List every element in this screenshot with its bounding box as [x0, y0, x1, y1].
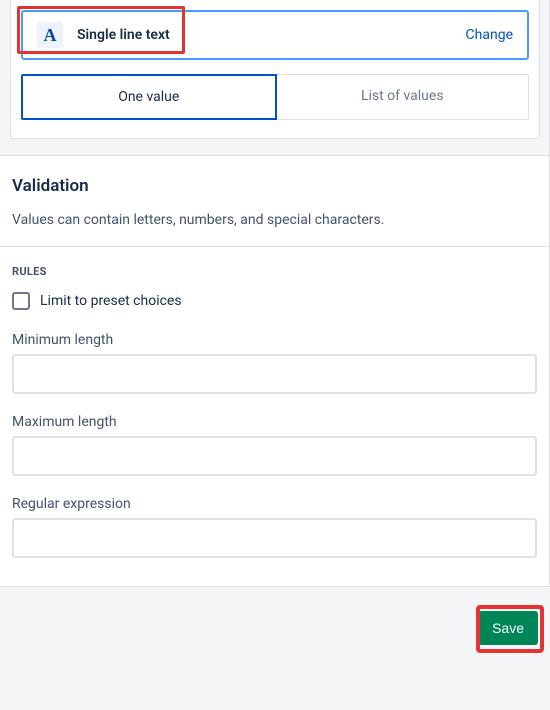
limit-preset-checkbox[interactable]	[12, 292, 30, 310]
rules-heading: RULES	[12, 265, 537, 278]
regex-input[interactable]	[12, 518, 537, 558]
limit-preset-label: Limit to preset choices	[40, 293, 182, 309]
validation-description: Values can contain letters, numbers, and…	[12, 212, 537, 228]
min-length-label: Minimum length	[12, 332, 537, 348]
regex-label: Regular expression	[12, 496, 537, 512]
min-length-input[interactable]	[12, 354, 537, 394]
tab-one-value[interactable]: One value	[21, 74, 277, 120]
field-type-label: Single line text	[77, 27, 170, 43]
footer: Save	[0, 587, 550, 655]
save-button[interactable]: Save	[478, 611, 538, 645]
divider	[0, 246, 549, 247]
field-type-selector[interactable]: A Single line text Change	[21, 10, 529, 60]
text-type-icon: A	[37, 22, 63, 48]
change-type-link[interactable]: Change	[466, 27, 513, 43]
cardinality-tabs: One value List of values	[21, 74, 529, 120]
field-type-panel: A Single line text Change One value List…	[10, 0, 540, 139]
limit-preset-row[interactable]: Limit to preset choices	[12, 292, 537, 310]
max-length-input[interactable]	[12, 436, 537, 476]
validation-panel: Validation Values can contain letters, n…	[0, 155, 550, 587]
max-length-label: Maximum length	[12, 414, 537, 430]
validation-title: Validation	[12, 176, 537, 196]
tab-list-of-values[interactable]: List of values	[277, 74, 530, 120]
